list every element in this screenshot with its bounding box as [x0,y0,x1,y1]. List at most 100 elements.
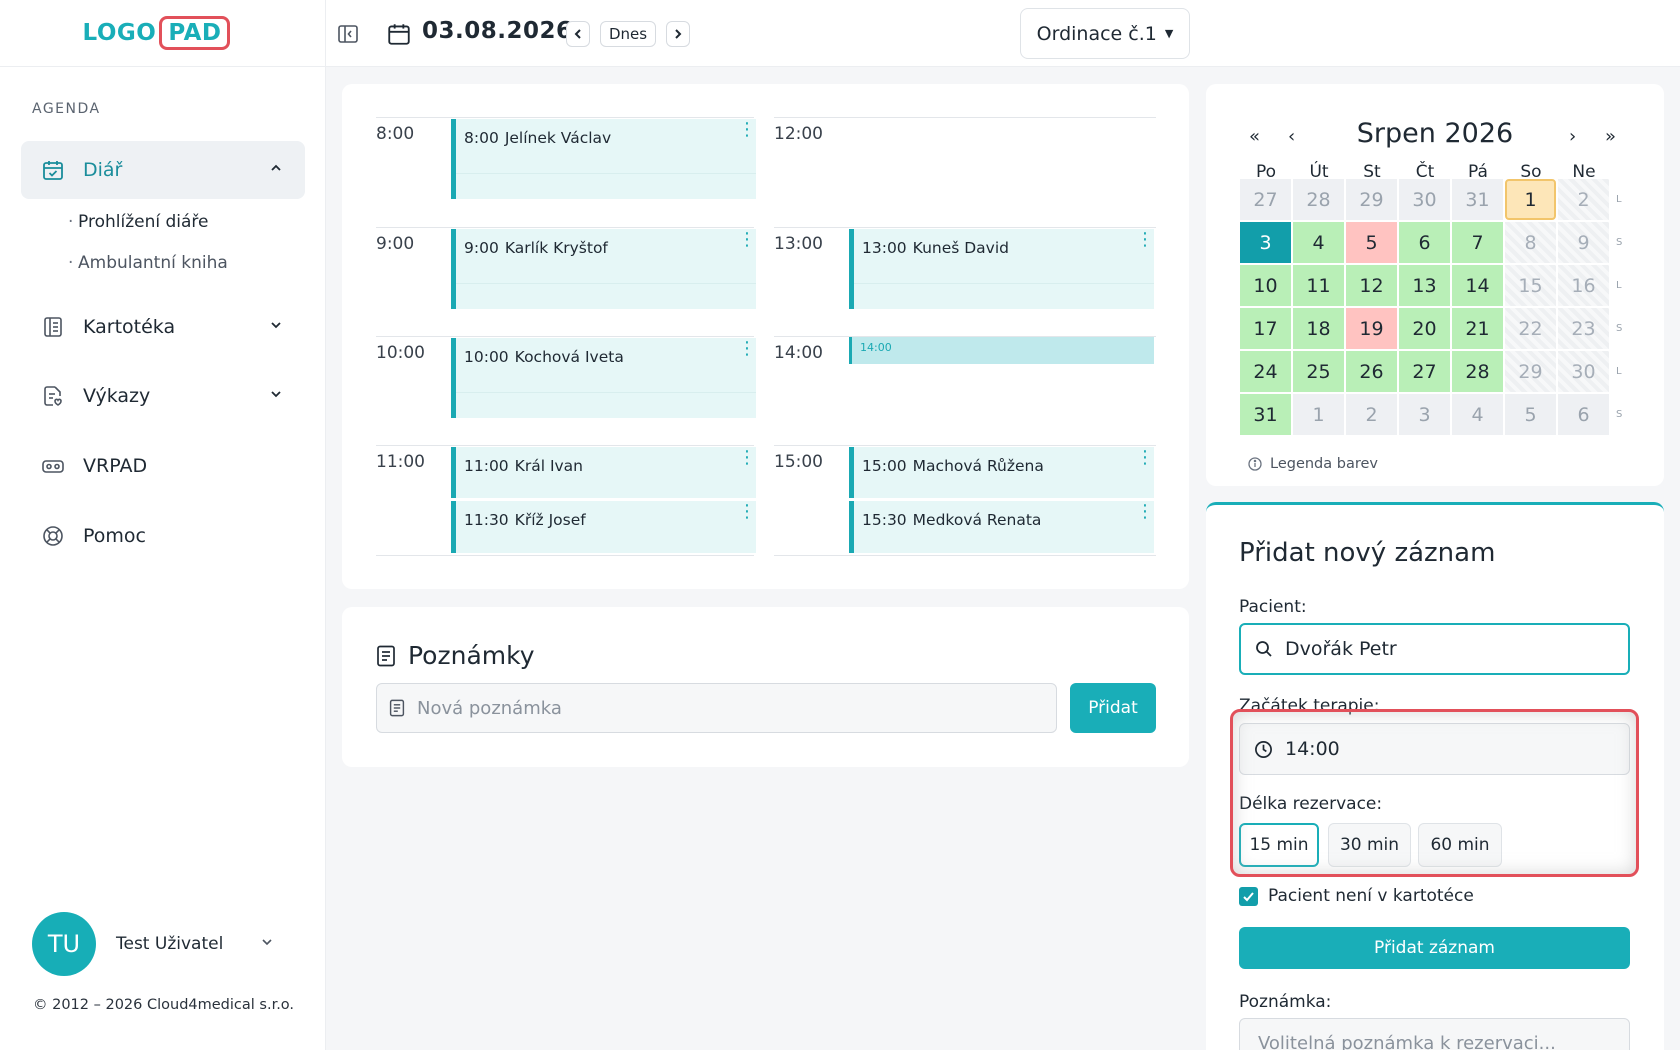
appointment-medkova-renata[interactable]: 15:30 Medková Renata ⋮ [849,501,1154,553]
calendar-icon[interactable] [386,21,412,47]
selected-slot-1400[interactable]: 14:00 [849,337,1154,364]
calendar-day[interactable]: 10 [1240,265,1291,306]
subitem-ambulantni-kniha[interactable]: Ambulantní kniha [68,253,228,273]
sidebar-item-kartoteka[interactable]: Kartotéka [21,298,305,356]
calendar-day[interactable]: 5 [1505,394,1556,435]
calendar-day[interactable]: 14 [1452,265,1503,306]
appointment-kral-ivan[interactable]: 11:00 Král Ivan ⋮ [451,447,756,498]
calendar-day[interactable]: 19 [1346,308,1397,349]
more-vertical-icon[interactable]: ⋮ [738,231,756,249]
more-vertical-icon[interactable]: ⋮ [738,340,756,358]
start-time-field[interactable] [1239,723,1630,775]
next-month-button[interactable]: › [1569,126,1576,147]
more-vertical-icon[interactable]: ⋮ [738,449,756,467]
calendar-day[interactable]: 7 [1452,222,1503,263]
add-note-button[interactable]: Přidat [1070,683,1156,733]
calendar-day[interactable]: 12 [1346,265,1397,306]
new-note-field[interactable] [376,683,1057,733]
calendar-day[interactable]: 3 [1240,222,1291,263]
calendar-day[interactable]: 18 [1293,308,1344,349]
today-button[interactable]: Dnes [600,21,656,47]
calendar-day[interactable]: 11 [1293,265,1344,306]
next-year-button[interactable]: » [1605,126,1616,147]
more-vertical-icon[interactable]: ⋮ [738,121,756,139]
calendar-day[interactable]: 22 [1505,308,1556,349]
reservation-note-input[interactable] [1258,1033,1611,1050]
calendar-day[interactable]: 6 [1399,222,1450,263]
office-select[interactable]: Ordinace č.1 ▼ [1020,8,1190,59]
calendar-day[interactable]: 8 [1505,222,1556,263]
sidebar-item-vrpad[interactable]: VRPAD [21,437,305,495]
calendar-day[interactable]: 25 [1293,351,1344,392]
appointment-kunes-david[interactable]: 13:00 Kuneš David ⋮ [849,229,1154,309]
calendar-day[interactable]: 5 [1346,222,1397,263]
duration-15-button[interactable]: 15 min [1239,823,1319,867]
calendar-day[interactable]: 28 [1452,351,1503,392]
color-legend[interactable]: Legenda barev [1248,456,1378,472]
duration-label: Délka rezervace: [1239,794,1383,814]
sidebar-item-diar[interactable]: Diář [21,141,305,199]
calendar-day[interactable]: 20 [1399,308,1450,349]
hour-line [376,117,754,118]
sidebar-item-pomoc[interactable]: Pomoc [21,507,305,565]
appointment-kriz-josef[interactable]: 11:30 Kříž Josef ⋮ [451,501,756,553]
appointment-karlik-krystof[interactable]: 9:00 Karlík Kryštof ⋮ [451,229,756,309]
more-vertical-icon[interactable]: ⋮ [738,503,756,521]
not-in-records-checkbox[interactable]: Pacient není v kartotéce [1239,886,1474,906]
more-vertical-icon[interactable]: ⋮ [1136,503,1154,521]
calendar-day[interactable]: 1 [1505,179,1556,220]
calendar-day[interactable]: 16 [1558,265,1609,306]
calendar-day[interactable]: 13 [1399,265,1450,306]
calendar-day[interactable]: 30 [1399,179,1450,220]
calendar-day[interactable]: 2 [1558,179,1609,220]
next-day-button[interactable] [666,21,690,47]
calendar-day[interactable]: 4 [1293,222,1344,263]
calendar-day[interactable]: 4 [1452,394,1503,435]
calendar-day[interactable]: 27 [1240,179,1291,220]
calendar-day[interactable]: 6 [1558,394,1609,435]
reservation-note-field[interactable] [1239,1018,1630,1050]
sidebar-toggle-icon[interactable] [336,22,360,46]
patient-input[interactable] [1285,638,1615,660]
calendar-day[interactable]: 1 [1293,394,1344,435]
calendar-day[interactable]: 17 [1240,308,1291,349]
patient-field[interactable] [1239,623,1630,675]
calendar-day[interactable]: 2 [1346,394,1397,435]
calendar-day[interactable]: 3 [1399,394,1450,435]
logo[interactable]: LOGO PAD [0,0,325,67]
appointment-kochova-iveta[interactable]: 10:00 Kochová Iveta ⋮ [451,338,756,418]
calendar-day[interactable]: 29 [1346,179,1397,220]
calendar-day[interactable]: 28 [1293,179,1344,220]
calendar-day[interactable]: 21 [1452,308,1503,349]
patient-label: Pacient: [1239,597,1307,617]
subitem-prohlizeni-diare[interactable]: Prohlížení diáře [68,212,209,232]
calendar-day[interactable]: 26 [1346,351,1397,392]
calendar-day[interactable]: 29 [1505,351,1556,392]
sidebar-item-vykazy[interactable]: Výkazy [21,367,305,425]
sidebar-item-label: VRPAD [83,455,148,477]
duration-30-button[interactable]: 30 min [1328,823,1411,867]
calendar-day[interactable]: 31 [1240,394,1291,435]
more-vertical-icon[interactable]: ⋮ [1136,231,1154,249]
chevron-right-icon [675,29,682,39]
hour-label: 8:00 [376,124,415,144]
calendar-day[interactable]: 31 [1452,179,1503,220]
appointment-jelinek-vaclav[interactable]: 8:00 Jelínek Václav ⋮ [451,119,756,199]
calendar-day[interactable]: 23 [1558,308,1609,349]
copyright: © 2012 – 2026 Cloud4medical s.r.o. [33,997,295,1013]
calendar-day[interactable]: 27 [1399,351,1450,392]
calendar-day[interactable]: 15 [1505,265,1556,306]
calendar-day[interactable]: 9 [1558,222,1609,263]
calendar-day[interactable]: 24 [1240,351,1291,392]
calendar-day[interactable]: 30 [1558,351,1609,392]
duration-60-button[interactable]: 60 min [1418,823,1502,867]
half-hour-line [456,283,756,284]
prev-day-button[interactable] [566,21,590,47]
add-record-button[interactable]: Přidat záznam [1239,927,1630,969]
appointment-machova-ruzena[interactable]: 15:00 Machová Růžena ⋮ [849,447,1154,498]
half-hour-line [854,283,1154,284]
user-menu[interactable]: TU Test Uživatel [32,912,294,976]
start-time-input[interactable] [1285,738,1615,760]
new-note-input[interactable] [417,697,1017,719]
more-vertical-icon[interactable]: ⋮ [1136,449,1154,467]
